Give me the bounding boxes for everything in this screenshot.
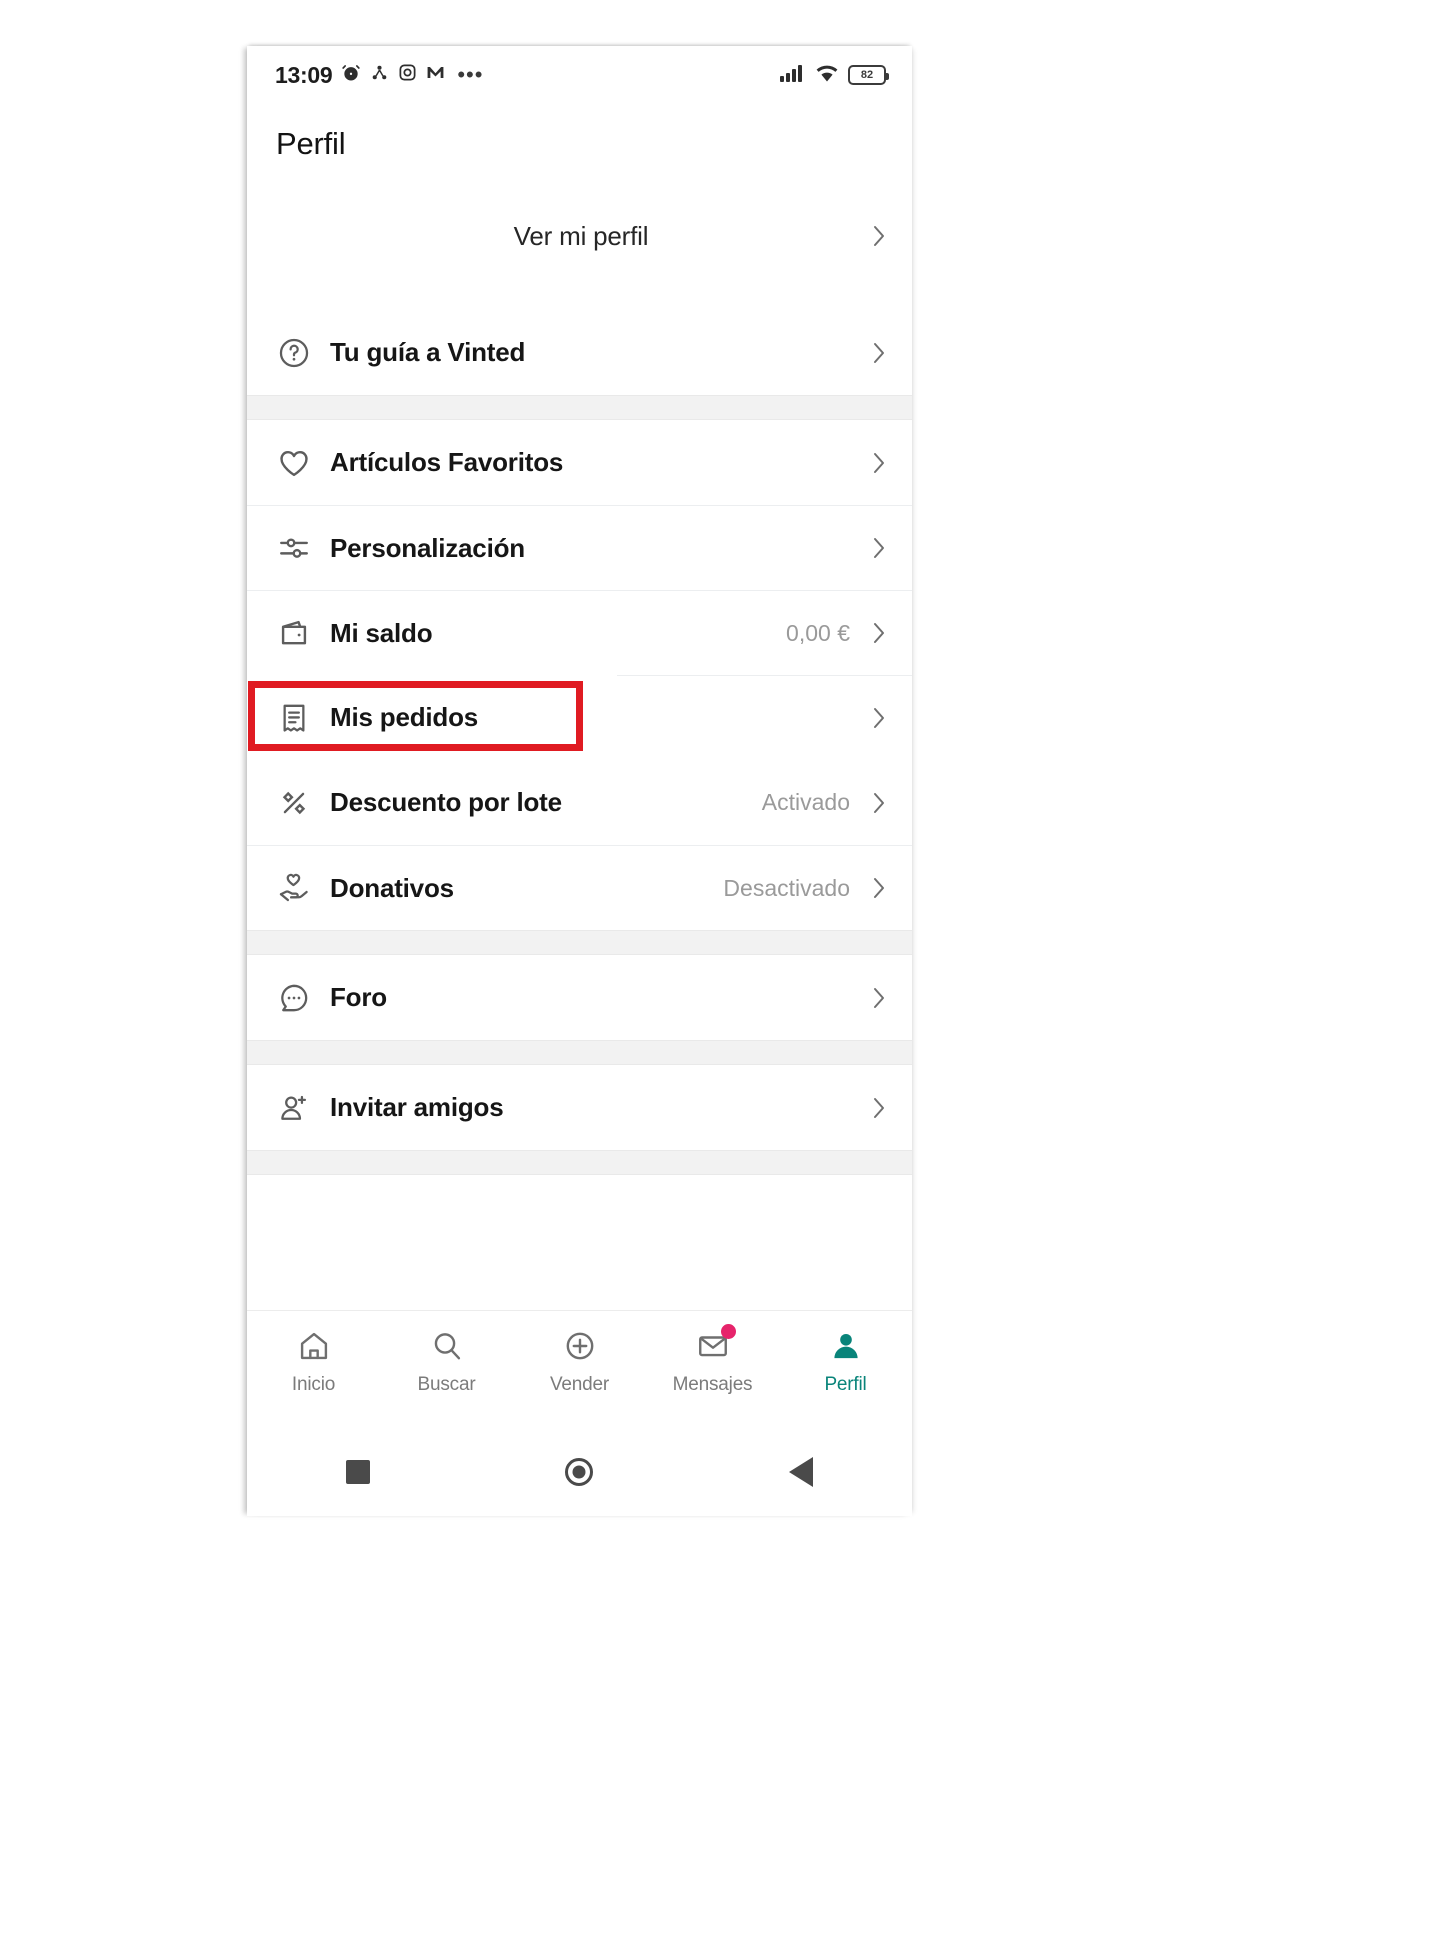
tab-inicio[interactable]: Inicio [247,1327,380,1396]
phone-screen: 13:09 ••• 82 Perfil Ver mi perfil Tu guí… [247,46,912,1516]
menu-row-articulos-favoritos[interactable]: Artículos Favoritos [247,420,912,505]
profile-menu-list: Ver mi perfil Tu guía a Vinted Artículos… [247,162,912,1310]
question-circle-icon [276,335,312,371]
plus-circle-icon [561,1327,599,1365]
menu-row-mi-saldo[interactable]: Mi saldo 0,00 € [247,590,912,675]
section-divider [247,395,912,420]
receipt-icon [276,700,312,736]
back-triangle-icon[interactable] [778,1449,824,1495]
chevron-right-icon [872,536,886,560]
tab-label: Perfil [824,1374,867,1395]
chat-bubble-icon [276,980,312,1016]
tab-mensajes[interactable]: Mensajes [646,1324,779,1396]
android-navigation-bar [247,1428,912,1516]
battery-level-text: 82 [860,68,874,81]
chevron-right-icon [872,791,886,815]
gmail-icon [426,63,445,87]
section-invite: Invitar amigos [247,1065,912,1150]
screenshot-canvas: 13:09 ••• 82 Perfil Ver mi perfil Tu guí… [0,0,1440,1947]
envelope-icon [694,1324,736,1365]
menu-row-personalizacion[interactable]: Personalización [247,505,912,590]
menu-row-donativos[interactable]: Donativos Desactivado [247,845,912,930]
tab-vender[interactable]: Vender [513,1327,646,1396]
menu-row-label: Artículos Favoritos [330,447,564,477]
section-profile: Ver mi perfil [247,162,912,310]
menu-row-value: 0,00 € [786,619,850,646]
chevron-right-icon [872,706,886,730]
menu-row-value: Activado [761,789,850,815]
menu-row-label: Descuento por lote [330,787,562,817]
cellular-signal-icon [780,63,806,88]
person-icon [827,1327,865,1365]
chevron-right-icon [872,341,886,365]
unread-badge [720,1324,736,1339]
home-icon [295,1327,333,1365]
chevron-right-icon [872,1096,886,1120]
hand-heart-icon [276,870,312,906]
menu-row-label: Invitar amigos [330,1092,504,1122]
menu-row-mis-pedidos[interactable]: Mis pedidos [247,675,912,760]
menu-row-label: Mi saldo [330,617,433,648]
chevron-right-icon [872,224,886,248]
tab-buscar[interactable]: Buscar [380,1327,513,1396]
chevron-right-icon [872,876,886,900]
percent-icon [276,785,312,821]
bottom-tab-bar: Inicio Buscar Vender Mensajes Perfil [247,1310,912,1428]
bluetooth-share-icon [370,63,389,87]
section-divider [247,930,912,955]
menu-row-label: Mis pedidos [330,702,479,732]
menu-row-label: Ver mi perfil [513,220,649,251]
section-guide: Tu guía a Vinted [247,310,912,395]
menu-row-value: Desactivado [723,874,850,901]
section-account: Artículos Favoritos Personalización Mi s… [247,420,912,930]
status-bar-right: 82 [780,63,889,88]
status-bar-clock: 13:09 [275,61,333,88]
user-plus-icon [276,1090,312,1126]
menu-row-invitar-amigos[interactable]: Invitar amigos [247,1065,912,1150]
tab-label: Buscar [417,1374,476,1395]
tab-perfil[interactable]: Perfil [779,1327,912,1396]
row-divider [617,675,912,676]
more-dots-icon: ••• [457,62,484,87]
tab-label: Inicio [291,1374,336,1395]
menu-row-label: Personalización [330,532,525,563]
chevron-right-icon [872,451,886,475]
wifi-icon [815,63,839,88]
section-divider [247,1150,912,1175]
menu-row-mis-pedidos-wrapper: Mis pedidos [247,675,912,760]
instagram-icon [398,63,417,87]
tab-label: Vender [549,1374,610,1395]
recents-square-icon[interactable] [335,1449,381,1495]
menu-row-descuento-por-lote[interactable]: Descuento por lote Activado [247,760,912,845]
menu-row-label: Tu guía a Vinted [330,337,526,367]
menu-row-label: Foro [330,982,387,1012]
sliders-icon [276,530,312,566]
chevron-right-icon [872,986,886,1010]
search-icon [428,1327,466,1365]
chevron-right-icon [872,621,886,645]
status-bar-left: 13:09 ••• [275,62,483,89]
alarm-icon [341,63,361,88]
wallet-icon [276,615,312,651]
section-divider [247,1040,912,1065]
status-bar: 13:09 ••• 82 [247,46,912,104]
tab-label: Mensajes [672,1374,753,1395]
section-forum: Foro [247,955,912,1040]
battery-icon: 82 [848,65,889,85]
menu-row-label: Donativos [330,872,454,903]
menu-row-ver-mi-perfil[interactable]: Ver mi perfil [247,162,912,310]
home-circle-icon[interactable] [556,1449,602,1495]
menu-row-tu-guia-a-vinted[interactable]: Tu guía a Vinted [247,310,912,395]
heart-icon [276,445,312,481]
page-title: Perfil [276,126,346,161]
menu-row-foro[interactable]: Foro [247,955,912,1040]
